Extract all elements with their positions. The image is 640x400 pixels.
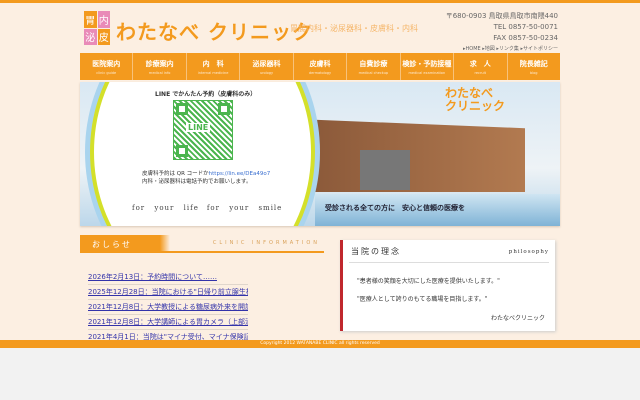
nav-sublabel: clinic guide (96, 71, 117, 75)
nav-sublabel: medical info (148, 71, 171, 75)
banner-logo-line: クリニック (445, 99, 506, 113)
nav-internal-medicine[interactable]: 内 科 internal medicine (187, 53, 241, 80)
nav-dermatology[interactable]: 皮膚科 dermatology (294, 53, 348, 80)
line-qr-code[interactable]: LINE (173, 100, 233, 160)
banner-logo: わたなべ クリニック (445, 87, 505, 113)
nav-label: 内 科 (202, 60, 224, 68)
news-item[interactable]: 2026年2月13日：予約時間について…… (88, 270, 248, 285)
nav-clinic-guide[interactable]: 医院案内 clinic guide (80, 53, 134, 80)
logo-char: 内 (97, 11, 110, 28)
philosophy-box: 当院の理念 philosophy "患者様の笑顔を大切にした医療を提供いたします… (340, 240, 555, 331)
nav-label: 自費診療 (359, 60, 388, 68)
nav-sublabel: recruit (474, 71, 486, 75)
philosophy-subtitle: philosophy (508, 249, 549, 255)
departments: 胃腸内科・泌尿器科・皮膚科・内科 (290, 24, 418, 33)
news-list: 2026年2月13日：予約時間について…… 2025年12月28日：当院における… (80, 270, 324, 345)
news-item[interactable]: 2025年12月28日：当院における"日帰り前立腺生検"223例…… (88, 285, 248, 300)
nav-self-pay[interactable]: 自費診療 medical checkup (347, 53, 401, 80)
divider (349, 262, 549, 263)
building-entrance-image (360, 150, 410, 190)
clinic-name[interactable]: わたなべ クリニック (116, 16, 313, 45)
nav-label: 検診・予防接種 (402, 60, 452, 68)
news-header: おしらせ CLINIC INFORMATION (80, 235, 324, 253)
footer-copyright: Copyright 2012 WATANABE CLINIC all right… (0, 340, 640, 348)
nav-label: 泌尿器科 (252, 60, 281, 68)
line-title: LINE でかんたん予約（皮膚科のみ） (155, 91, 257, 98)
nav-label: 皮膚科 (309, 60, 331, 68)
nav-sublabel: medical checkup (358, 71, 389, 75)
news-item[interactable]: 2021年12月8日：大学講師による胃カメラ（上部消化管内視鏡…… (88, 315, 248, 330)
logo-char: 泌 (84, 28, 97, 45)
nav-label: 院長雑記 (519, 60, 548, 68)
philosophy-title: 当院の理念 (351, 247, 401, 256)
slogan-jp: 受診される全ての方に 安心と信頼の医療を (325, 203, 465, 212)
nav-medical-info[interactable]: 診療案内 medical info (133, 53, 187, 80)
tel: TEL 0857-50-0071 (493, 23, 558, 31)
philosophy-quote: "患者様の笑顔を大切にした医療を提供いたします。" (357, 278, 500, 285)
nav-label: 診療案内 (145, 60, 174, 68)
logo-char: 胃 (84, 11, 97, 28)
main-nav: 医院案内 clinic guide 診療案内 medical info 内 科 int… (80, 53, 560, 80)
note-text: 内科・泌尿器科は電話予約でお願いします。 (142, 179, 252, 185)
contact-info: 〒680-0903 鳥取県鳥取市南隈440 TEL 0857-50-0071 F… (446, 11, 558, 55)
fax: FAX 0857-50-0234 (493, 34, 558, 42)
news-section: おしらせ CLINIC INFORMATION 2026年2月13日：予約時間につ… (80, 235, 324, 345)
building-image (315, 119, 525, 192)
logo-char: 皮 (97, 28, 110, 45)
nav-recruit[interactable]: 求 人 recruit (454, 53, 508, 80)
site-header: 胃 内 泌 皮 わたなべ クリニック 胃腸内科・泌尿器科・皮膚科・内科 〒680… (80, 6, 560, 52)
nav-sublabel: internal medicine (197, 71, 229, 75)
news-item[interactable]: 2021年12月8日：大学教授による糖尿病外来を開設しておりま…… (88, 300, 248, 315)
nav-sublabel: urology (259, 71, 274, 75)
hero-banner: わたなべ クリニック LINE でかんたん予約（皮膚科のみ） LINE 皮膚科予約… (80, 82, 560, 226)
nav-sublabel: dermatology (308, 71, 332, 75)
nav-urology[interactable]: 泌尿器科 urology (240, 53, 294, 80)
nav-blog[interactable]: 院長雑記 blog (508, 53, 560, 80)
news-title: おしらせ (92, 240, 132, 249)
address: 〒680-0903 鳥取県鳥取市南隈440 (445, 12, 558, 20)
logo-mark[interactable]: 胃 内 泌 皮 (84, 11, 110, 45)
nav-sublabel: blog (529, 71, 538, 75)
qr-label: LINE (186, 123, 211, 132)
nav-sublabel: medical examination (408, 71, 446, 75)
news-subtitle: CLINIC INFORMATION (212, 240, 320, 246)
slogan-en: for your life for your smile (132, 204, 283, 212)
page-background: 胃 内 泌 皮 わたなべ クリニック 胃腸内科・泌尿器科・皮膚科・内科 〒680… (0, 0, 640, 348)
line-link[interactable]: https://lin.ee/DEa49o7 (209, 171, 271, 177)
note-text: 皮膚科予約は QR コードか (142, 171, 209, 177)
philosophy-quote: "医療人として誇りのもてる職場を目指します。" (357, 296, 488, 303)
nav-label: 求 人 (469, 60, 491, 68)
nav-checkup[interactable]: 検診・予防接種 medical examination (401, 53, 455, 80)
philosophy-signature: わたなべクリニック (490, 315, 545, 322)
qr-note: 皮膚科予約は QR コードかhttps://lin.ee/DEa49o7 内科・泌… (142, 170, 270, 186)
nav-label: 医院案内 (92, 60, 121, 68)
